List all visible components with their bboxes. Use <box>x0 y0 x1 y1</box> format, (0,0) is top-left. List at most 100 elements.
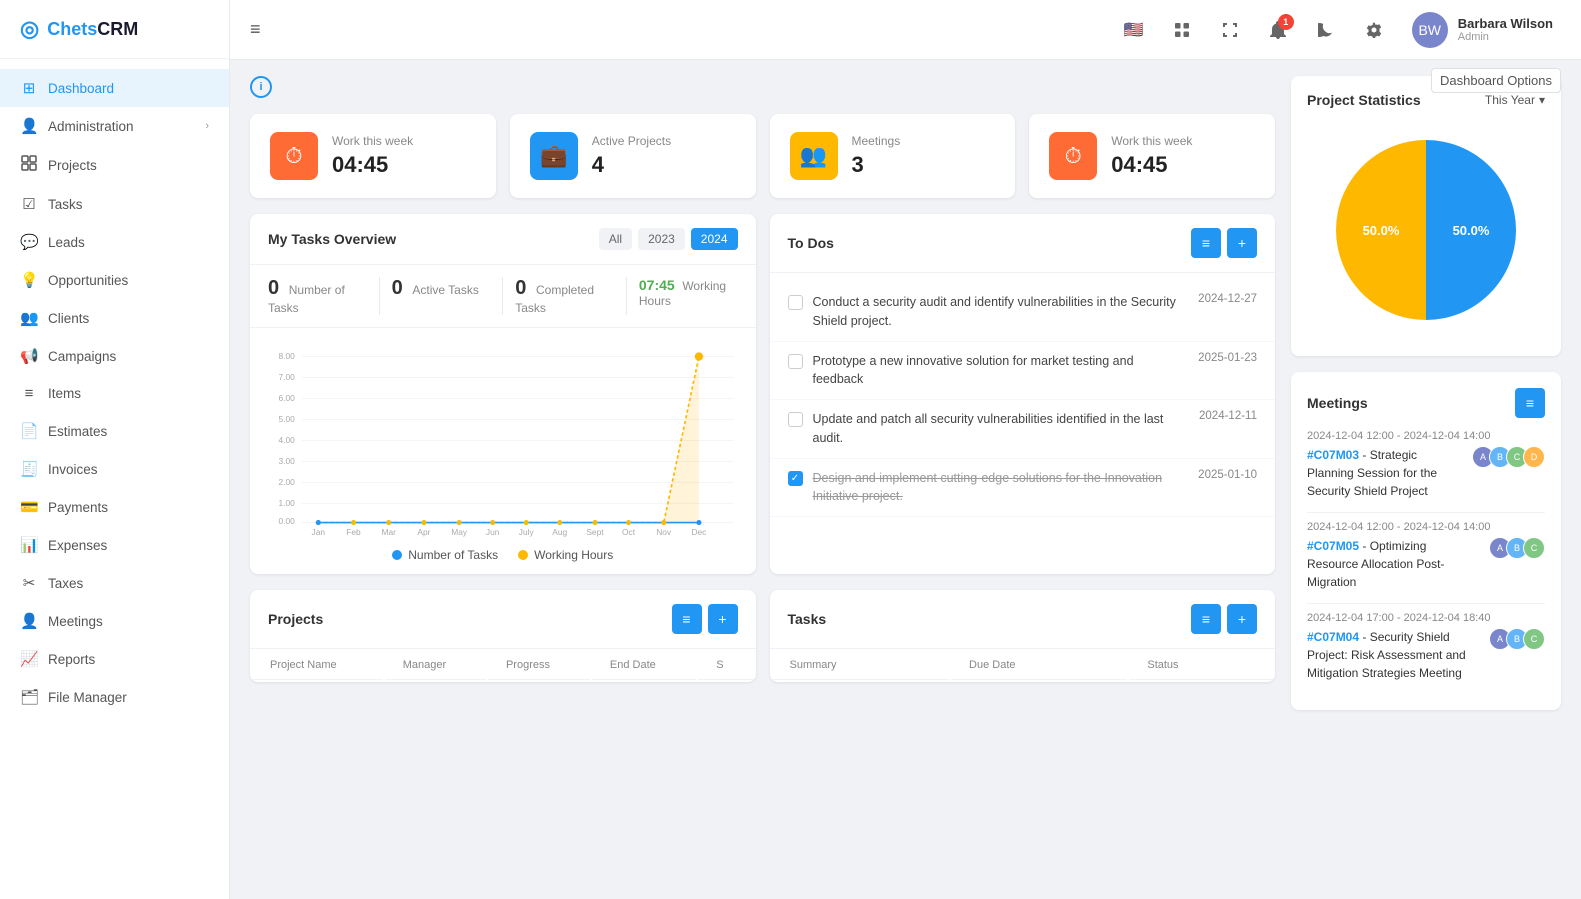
meeting-avatars: A B C <box>1489 628 1545 650</box>
projects-card-header: Projects ≡ + <box>250 590 756 649</box>
filter-2024-button[interactable]: 2024 <box>691 228 738 250</box>
svg-text:Dec: Dec <box>691 527 706 537</box>
notification-count-badge: 1 <box>1278 14 1294 30</box>
sidebar-item-expenses[interactable]: 📊 Expenses <box>0 526 229 564</box>
todo-checkbox[interactable] <box>788 295 803 310</box>
sidebar-item-meetings[interactable]: 👤 Meetings <box>0 602 229 640</box>
todo-date: 2025-01-23 <box>1198 352 1257 364</box>
project-statistics-card: Project Statistics This Year ▾ <box>1291 76 1561 356</box>
stat-value: 3 <box>852 152 901 178</box>
chart-area: 8.00 7.00 6.00 5.00 4.00 3.00 2.00 1.00 … <box>250 328 756 574</box>
work-week-icon-2: ⏱ <box>1049 132 1097 180</box>
svg-text:Mar: Mar <box>382 527 397 537</box>
logo-icon: ◎ <box>20 16 39 42</box>
work-week-icon-1: ⏱ <box>270 132 318 180</box>
todo-date: 2024-12-11 <box>1199 410 1257 422</box>
sidebar-item-clients[interactable]: 👥 Clients <box>0 299 229 337</box>
avatar: BW <box>1412 12 1448 48</box>
sidebar-item-dashboard[interactable]: ⊞ Dashboard <box>0 69 229 107</box>
chevron-down-icon: ▾ <box>1539 93 1545 107</box>
meetings-nav-icon: 👤 <box>20 612 38 630</box>
opportunities-icon: 💡 <box>20 271 38 289</box>
expenses-icon: 📊 <box>20 536 38 554</box>
tasks-list-button[interactable]: ≡ <box>1191 604 1221 634</box>
sidebar-item-items[interactable]: ≡ Items <box>0 375 229 412</box>
svg-text:1.00: 1.00 <box>279 498 296 508</box>
user-profile-button[interactable]: BW Barbara Wilson Admin <box>1404 8 1561 52</box>
flag-button[interactable]: 🇺🇸 <box>1116 12 1152 48</box>
tasks-legend-dot <box>392 550 402 560</box>
campaigns-icon: 📢 <box>20 347 38 365</box>
svg-text:Feb: Feb <box>346 527 361 537</box>
sidebar-nav: ⊞ Dashboard 👤 Administration › Projects … <box>0 59 229 899</box>
meeting-link[interactable]: #C07M05 <box>1307 539 1359 553</box>
col-due-date: Due Date <box>951 651 1127 680</box>
logo[interactable]: ◎ ChetsCRM <box>0 0 229 59</box>
sidebar-item-campaigns[interactable]: 📢 Campaigns <box>0 337 229 375</box>
stat-info: Work this week 04:45 <box>332 134 413 178</box>
filter-2023-button[interactable]: 2023 <box>638 228 685 250</box>
menu-toggle-button[interactable]: ≡ <box>250 19 261 40</box>
meeting-link[interactable]: #C07M03 <box>1307 448 1359 462</box>
dashboard-options-label[interactable]: Dashboard Options <box>1431 68 1561 93</box>
fullscreen-button[interactable] <box>1212 12 1248 48</box>
meeting-avatars: A B C <box>1489 537 1545 559</box>
estimates-icon: 📄 <box>20 422 38 440</box>
tasks-add-button[interactable]: + <box>1227 604 1257 634</box>
notifications-button[interactable]: 1 <box>1260 12 1296 48</box>
sidebar-item-reports[interactable]: 📈 Reports <box>0 640 229 678</box>
meeting-avatars: A B C D <box>1472 446 1545 468</box>
todo-checkbox[interactable] <box>788 354 803 369</box>
todo-add-button[interactable]: + <box>1227 228 1257 258</box>
projects-list-button[interactable]: ≡ <box>672 604 702 634</box>
sidebar-item-label: Opportunities <box>48 273 209 288</box>
sidebar-item-label: Taxes <box>48 576 209 591</box>
sidebar-item-label: Expenses <box>48 538 209 553</box>
svg-text:Jun: Jun <box>486 527 500 537</box>
todo-checkbox[interactable] <box>788 412 803 427</box>
todos-card: To Dos ≡ + Conduct a security audit and … <box>770 214 1276 574</box>
taxes-icon: ✂ <box>20 574 38 592</box>
col-end-date: End Date <box>592 651 696 680</box>
filter-all-button[interactable]: All <box>599 228 632 250</box>
sidebar-item-taxes[interactable]: ✂ Taxes <box>0 564 229 602</box>
task-stat-number-of-tasks: 0 Number of Tasks <box>268 277 367 315</box>
task-stats-row: 0 Number of Tasks 0 Active Tasks 0 <box>250 265 756 328</box>
meeting-entry-1: 2024-12-04 12:00 - 2024-12-04 14:00 #C07… <box>1307 430 1545 500</box>
svg-text:4.00: 4.00 <box>279 435 296 445</box>
flag-icon: 🇺🇸 <box>1124 20 1144 40</box>
project-stats-header: Project Statistics This Year ▾ <box>1307 92 1545 108</box>
sidebar-item-estimates[interactable]: 📄 Estimates <box>0 412 229 450</box>
pie-chart: 50.0% 50.0% <box>1326 130 1526 330</box>
svg-text:50.0%: 50.0% <box>1363 223 1400 238</box>
settings-button[interactable] <box>1356 12 1392 48</box>
meetings-list-button[interactable]: ≡ <box>1515 388 1545 418</box>
todo-list-view-button[interactable]: ≡ <box>1191 228 1221 258</box>
projects-add-button[interactable]: + <box>708 604 738 634</box>
sidebar-item-projects[interactable]: Projects <box>0 145 229 185</box>
todo-checkbox-checked[interactable]: ✓ <box>788 471 803 486</box>
task-filters: All 2023 2024 <box>599 228 738 250</box>
svg-text:Nov: Nov <box>656 527 672 537</box>
sidebar-item-opportunities[interactable]: 💡 Opportunities <box>0 261 229 299</box>
task-overview-header: My Tasks Overview All 2023 2024 <box>250 214 756 265</box>
sidebar-item-payments[interactable]: 💳 Payments <box>0 488 229 526</box>
stat-label: Completed Tasks <box>515 283 594 315</box>
sidebar-item-leads[interactable]: 💬 Leads <box>0 223 229 261</box>
sidebar-item-invoices[interactable]: 🧾 Invoices <box>0 450 229 488</box>
projects-table: Project Name Manager Progress End Date S <box>250 649 756 682</box>
administration-icon: 👤 <box>20 117 38 135</box>
todo-item: Conduct a security audit and identify vu… <box>770 283 1276 342</box>
info-icon[interactable]: i <box>250 76 272 98</box>
svg-text:50.0%: 50.0% <box>1453 223 1490 238</box>
year-selector[interactable]: This Year ▾ <box>1485 93 1545 107</box>
meeting-link[interactable]: #C07M04 <box>1307 630 1359 644</box>
sidebar-item-file-manager[interactable]: 🗂 File Manager <box>0 678 229 716</box>
chevron-right-icon: › <box>205 120 209 132</box>
sidebar-item-label: Campaigns <box>48 349 209 364</box>
dark-mode-button[interactable] <box>1308 12 1344 48</box>
sidebar-item-administration[interactable]: 👤 Administration › <box>0 107 229 145</box>
todo-text-strikethrough: Design and implement cutting-edge soluti… <box>813 469 1181 507</box>
apps-grid-button[interactable] <box>1164 12 1200 48</box>
sidebar-item-tasks[interactable]: ☑ Tasks <box>0 185 229 223</box>
